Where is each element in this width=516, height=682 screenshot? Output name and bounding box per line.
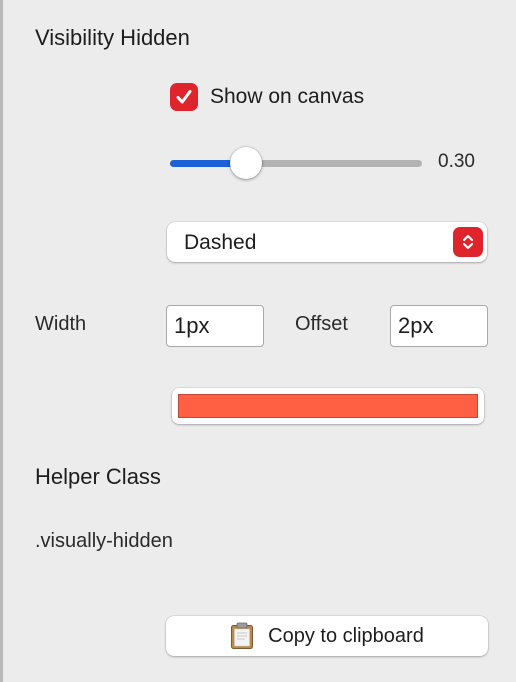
offset-label: Offset — [295, 313, 348, 335]
show-on-canvas-checkbox[interactable] — [170, 83, 198, 111]
opacity-value: 0.30 — [438, 151, 475, 172]
show-on-canvas-label: Show on canvas — [210, 85, 365, 108]
helper-class-name: .visually-hidden — [35, 530, 173, 552]
offset-field[interactable]: 2px — [390, 305, 488, 347]
panel-left-border — [0, 0, 3, 682]
checkmark-icon — [176, 90, 192, 104]
copy-to-clipboard-button[interactable]: Copy to clipboard — [166, 616, 488, 656]
color-well[interactable] — [172, 388, 484, 424]
color-swatch — [178, 394, 478, 418]
chevron-up-down-icon[interactable] — [453, 227, 483, 257]
width-label: Width — [35, 313, 87, 335]
border-style-select[interactable]: Dashed — [167, 222, 487, 262]
border-style-value: Dashed — [184, 231, 257, 254]
width-field[interactable]: 1px — [166, 305, 264, 347]
section-title: Visibility Hidden — [35, 25, 190, 50]
clipboard-icon — [231, 622, 254, 649]
opacity-slider[interactable] — [170, 146, 422, 180]
slider-thumb[interactable] — [229, 147, 262, 179]
copy-button-label: Copy to clipboard — [268, 624, 424, 647]
show-on-canvas-row[interactable]: Show on canvas — [170, 83, 364, 111]
helper-class-title: Helper Class — [35, 464, 161, 489]
